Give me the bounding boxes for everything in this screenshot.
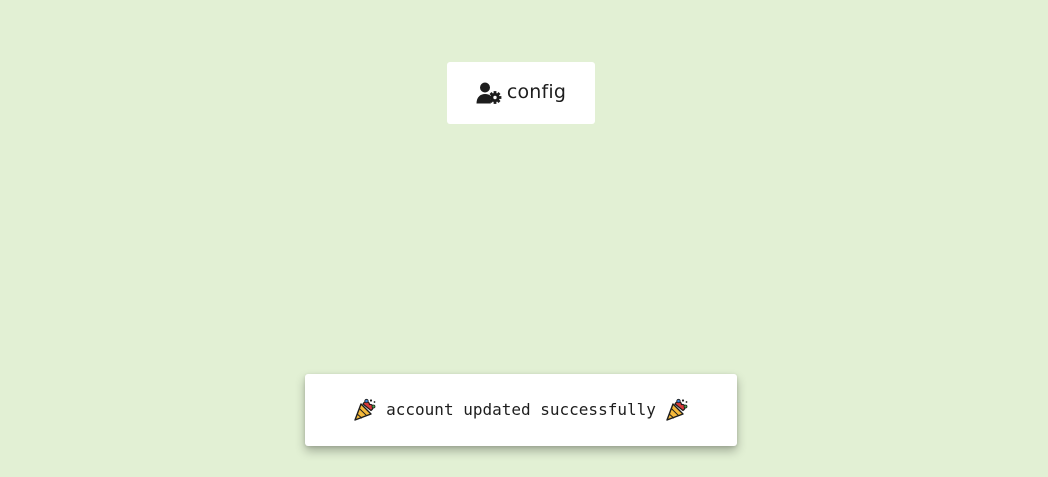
party-popper-icon [353, 398, 377, 422]
config-button[interactable]: config [447, 62, 595, 124]
user-gear-icon [476, 82, 502, 104]
success-toast: account updated successfully [305, 374, 737, 446]
party-popper-icon [665, 398, 689, 422]
config-button-label: config [506, 81, 567, 103]
toast-message: account updated successfully [386, 400, 656, 419]
